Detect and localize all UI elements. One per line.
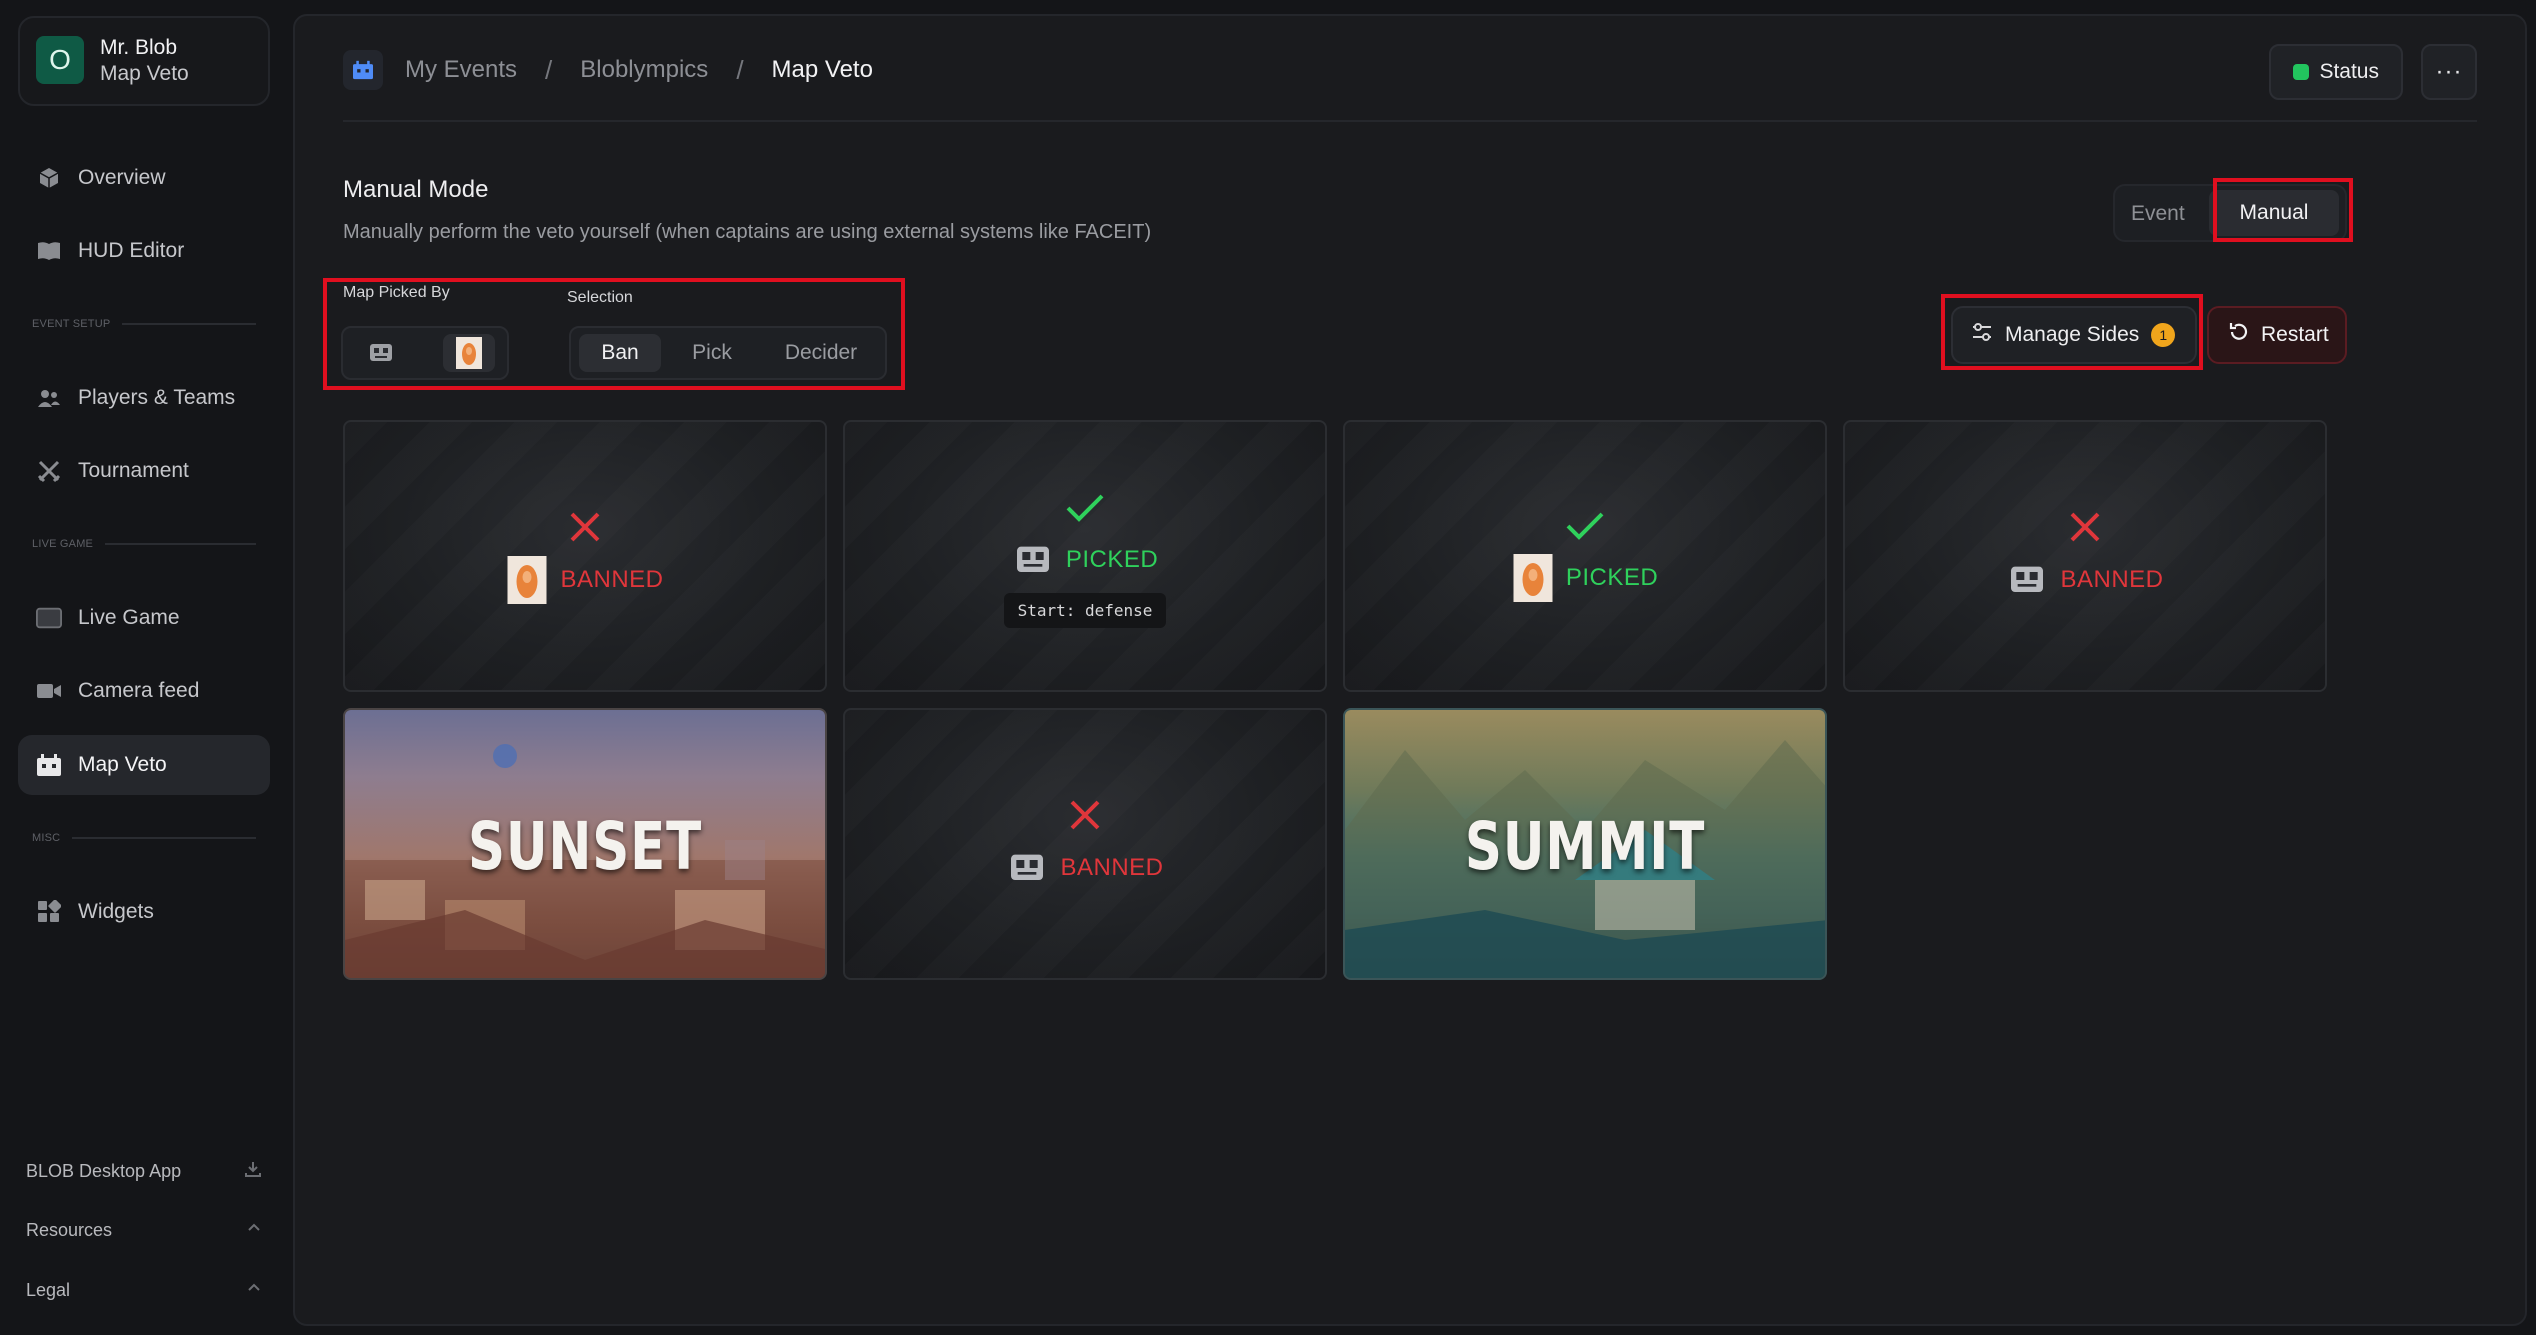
map-card[interactable]: PICKED Start: defense <box>843 420 1327 692</box>
close-icon <box>2068 510 2102 549</box>
sidebar-item-widgets[interactable]: Widgets <box>18 882 270 942</box>
more-options-button[interactable]: ··· <box>2421 44 2477 100</box>
status-badge: BANNED <box>2060 566 2164 593</box>
page-description: Manually perform the veto yourself (when… <box>343 221 1152 243</box>
sidebar-item-label: Live Game <box>78 606 180 629</box>
cube-icon <box>36 165 62 191</box>
start-side-label: Start: defense <box>1003 593 1167 628</box>
highlight-manual <box>2213 178 2353 242</box>
legal-toggle[interactable]: Legal <box>26 1280 262 1301</box>
ellipsis-icon: ··· <box>2435 58 2463 85</box>
section-misc: MISC <box>32 832 256 844</box>
camera-icon <box>36 678 62 704</box>
desktop-app-link[interactable]: BLOB Desktop App <box>26 1160 262 1183</box>
sidebar-item-tournament[interactable]: Tournament <box>18 441 270 501</box>
widgets-icon <box>36 899 62 925</box>
breadcrumb-bloblympics[interactable]: Bloblympics <box>580 56 708 84</box>
highlight-manage-sides <box>1941 294 2203 370</box>
sidebar-item-label: HUD Editor <box>78 239 185 262</box>
map-card-summit[interactable]: SUMMIT <box>1343 708 1827 980</box>
section-live-game: LIVE GAME <box>32 538 256 550</box>
sidebar-item-players-teams[interactable]: Players & Teams <box>18 368 270 428</box>
team-logo-robot <box>2006 557 2048 603</box>
team-logo-orange <box>506 556 548 604</box>
veto-result: BANNED <box>345 510 825 604</box>
veto-icon <box>343 50 383 90</box>
sidebar-item-overview[interactable]: Overview <box>18 148 270 208</box>
status-button[interactable]: Status <box>2269 44 2403 100</box>
close-icon <box>568 510 602 549</box>
veto-result: BANNED <box>1845 510 2325 603</box>
swords-icon <box>36 458 62 484</box>
breadcrumb-my-events[interactable]: My Events <box>405 56 517 84</box>
highlight-veto-controls <box>323 278 905 390</box>
status-badge: BANNED <box>560 566 664 593</box>
map-card[interactable]: PICKED <box>1343 420 1827 692</box>
status-badge: BANNED <box>1060 854 1164 881</box>
sidebar-item-map-veto[interactable]: Map Veto <box>18 735 270 795</box>
sidebar-item-label: Players & Teams <box>78 386 236 409</box>
sidebar-item-hud-editor[interactable]: HUD Editor <box>18 221 270 281</box>
team-logo-robot <box>1006 845 1048 891</box>
veto-result: BANNED <box>845 798 1325 891</box>
sidebar-item-label: Map Veto <box>78 753 167 776</box>
map-name: SUNSET <box>467 808 702 885</box>
user-subtitle: Map Veto <box>100 62 189 85</box>
team-logo-robot <box>1012 537 1054 583</box>
map-name: SUMMIT <box>1464 808 1706 885</box>
main-panel: My Events / Bloblympics / Map Veto Statu… <box>293 14 2527 1326</box>
status-badge: PICKED <box>1065 546 1159 573</box>
map-card[interactable]: BANNED <box>843 708 1327 980</box>
veto-icon <box>36 752 62 778</box>
sidebar-item-label: Overview <box>78 166 166 189</box>
screen-icon <box>36 605 62 631</box>
sidebar-item-label: Tournament <box>78 459 189 482</box>
chevron-up-icon <box>246 1280 262 1301</box>
map-card[interactable]: BANNED <box>1843 420 2327 692</box>
veto-result: PICKED Start: defense <box>845 492 1325 628</box>
user-card[interactable]: O Mr. Blob Map Veto <box>18 16 270 106</box>
check-icon <box>1565 510 1605 547</box>
close-icon <box>1068 798 1102 837</box>
chevron-up-icon <box>246 1220 262 1241</box>
header-divider <box>343 120 2477 122</box>
resources-toggle[interactable]: Resources <box>26 1220 262 1241</box>
breadcrumb: My Events / Bloblympics / Map Veto Statu… <box>343 44 2477 100</box>
sidebar: O Mr. Blob Map Veto Overview HUD Editor … <box>0 0 290 1335</box>
sidebar-item-camera-feed[interactable]: Camera feed <box>18 661 270 721</box>
sidebar-item-live-game[interactable]: Live Game <box>18 588 270 648</box>
user-name: Mr. Blob <box>100 36 178 59</box>
restart-icon <box>2227 320 2251 350</box>
section-event-setup: EVENT SETUP <box>32 318 256 330</box>
team-logo-orange <box>1512 554 1554 602</box>
sidebar-item-label: Camera feed <box>78 679 200 702</box>
status-badge: PICKED <box>1565 564 1659 591</box>
map-card[interactable]: BANNED <box>343 420 827 692</box>
breadcrumb-current: Map Veto <box>771 56 873 83</box>
breadcrumb-separator: / <box>545 54 553 85</box>
restart-button[interactable]: Restart <box>2207 306 2347 364</box>
status-indicator <box>2293 64 2310 80</box>
check-icon <box>1065 492 1105 529</box>
book-icon <box>36 238 62 264</box>
veto-result: PICKED <box>1345 510 1825 602</box>
mode-event-tab[interactable]: Event <box>2131 202 2185 226</box>
page-title: Manual Mode <box>343 176 489 203</box>
avatar: O <box>36 36 84 84</box>
download-icon <box>244 1160 262 1183</box>
breadcrumb-separator: / <box>736 54 744 85</box>
users-icon <box>36 385 62 411</box>
map-card-sunset[interactable]: SUNSET <box>343 708 827 980</box>
sidebar-item-label: Widgets <box>78 900 154 923</box>
